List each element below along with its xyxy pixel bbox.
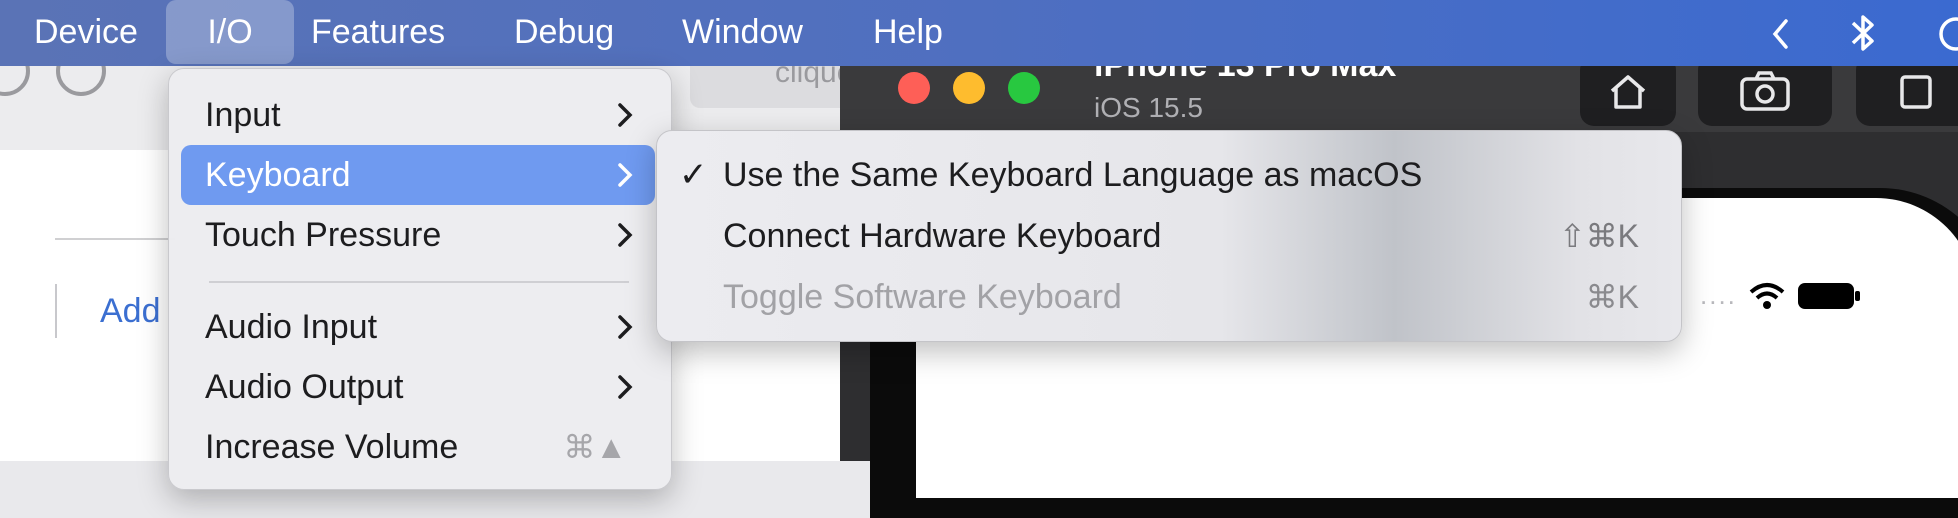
check-icon: ✓: [679, 156, 708, 194]
menu-item-increase-volume-label: Increase Volume: [205, 428, 459, 466]
menu-item-input-label: Input: [205, 96, 281, 134]
home-icon: [1610, 75, 1646, 109]
menu-help[interactable]: Help: [873, 0, 943, 66]
menu-item-audio-output-label: Audio Output: [205, 368, 404, 406]
menu-bar: Device I/O Features Debug Window Help: [0, 0, 1958, 66]
submenu-item-same-keyboard-language[interactable]: ✓ Use the Same Keyboard Language as macO…: [657, 145, 1681, 205]
close-button[interactable]: [898, 72, 930, 104]
zoom-button[interactable]: [1008, 72, 1040, 104]
chevron-right-icon: [615, 205, 635, 284]
submenu-item-toggle-software-keyboard-label: Toggle Software Keyboard: [723, 278, 1122, 316]
menu-item-audio-input-label: Audio Input: [205, 308, 378, 346]
chevron-left-icon[interactable]: [1770, 18, 1792, 50]
menu-item-touch-pressure[interactable]: Touch Pressure: [181, 205, 655, 265]
submenu-item-connect-hardware-keyboard[interactable]: Connect Hardware Keyboard ⇧⌘K: [657, 206, 1681, 266]
submenu-item-same-keyboard-language-label: Use the Same Keyboard Language as macOS: [723, 156, 1423, 194]
menu-io-label: I/O: [207, 13, 253, 51]
menu-device[interactable]: Device: [34, 0, 138, 66]
menu-item-audio-output[interactable]: Audio Output: [181, 357, 655, 417]
home-button[interactable]: [1580, 56, 1676, 126]
rotate-icon: [1900, 75, 1932, 109]
screenshot-button[interactable]: [1698, 56, 1832, 126]
menu-io[interactable]: I/O: [166, 0, 294, 64]
increase-volume-shortcut: ⌘▲: [563, 429, 627, 465]
screenshot-icon: [1740, 71, 1790, 111]
connect-hardware-keyboard-shortcut: ⇧⌘K: [1558, 218, 1639, 254]
time-machine-icon[interactable]: [1936, 14, 1958, 54]
submenu-item-toggle-software-keyboard: Toggle Software Keyboard ⌘K: [657, 267, 1681, 327]
signal-dots: ....: [1700, 280, 1737, 310]
menu-item-touch-pressure-label: Touch Pressure: [205, 216, 442, 254]
add-link[interactable]: Add: [100, 292, 161, 331]
menu-debug[interactable]: Debug: [514, 0, 614, 66]
menu-features[interactable]: Features: [311, 0, 445, 66]
menu-item-input[interactable]: Input: [181, 85, 655, 145]
io-menu: Input Keyboard Touch Pressure Audio Inpu…: [168, 68, 672, 490]
page-divider: [55, 238, 175, 240]
os-version: iOS 15.5: [1094, 92, 1203, 123]
menu-item-keyboard-label: Keyboard: [205, 156, 351, 194]
toggle-software-keyboard-shortcut: ⌘K: [1585, 279, 1639, 315]
rotate-button[interactable]: [1856, 56, 1958, 126]
menu-window[interactable]: Window: [682, 0, 803, 66]
page-vertical-rule: [55, 284, 57, 338]
keyboard-submenu: ✓ Use the Same Keyboard Language as macO…: [656, 130, 1682, 342]
menu-item-increase-volume[interactable]: Increase Volume ⌘▲: [181, 417, 655, 477]
battery-icon: [1797, 282, 1860, 309]
wifi-icon: [1749, 282, 1785, 309]
minimize-button[interactable]: [953, 72, 985, 104]
menu-item-keyboard[interactable]: Keyboard: [181, 145, 655, 205]
menu-separator: [209, 281, 629, 283]
submenu-item-connect-hardware-keyboard-label: Connect Hardware Keyboard: [723, 217, 1162, 255]
iphone-status-bar: ....: [1700, 280, 1861, 311]
menu-item-audio-input[interactable]: Audio Input: [181, 297, 655, 357]
bluetooth-icon[interactable]: [1848, 12, 1878, 54]
